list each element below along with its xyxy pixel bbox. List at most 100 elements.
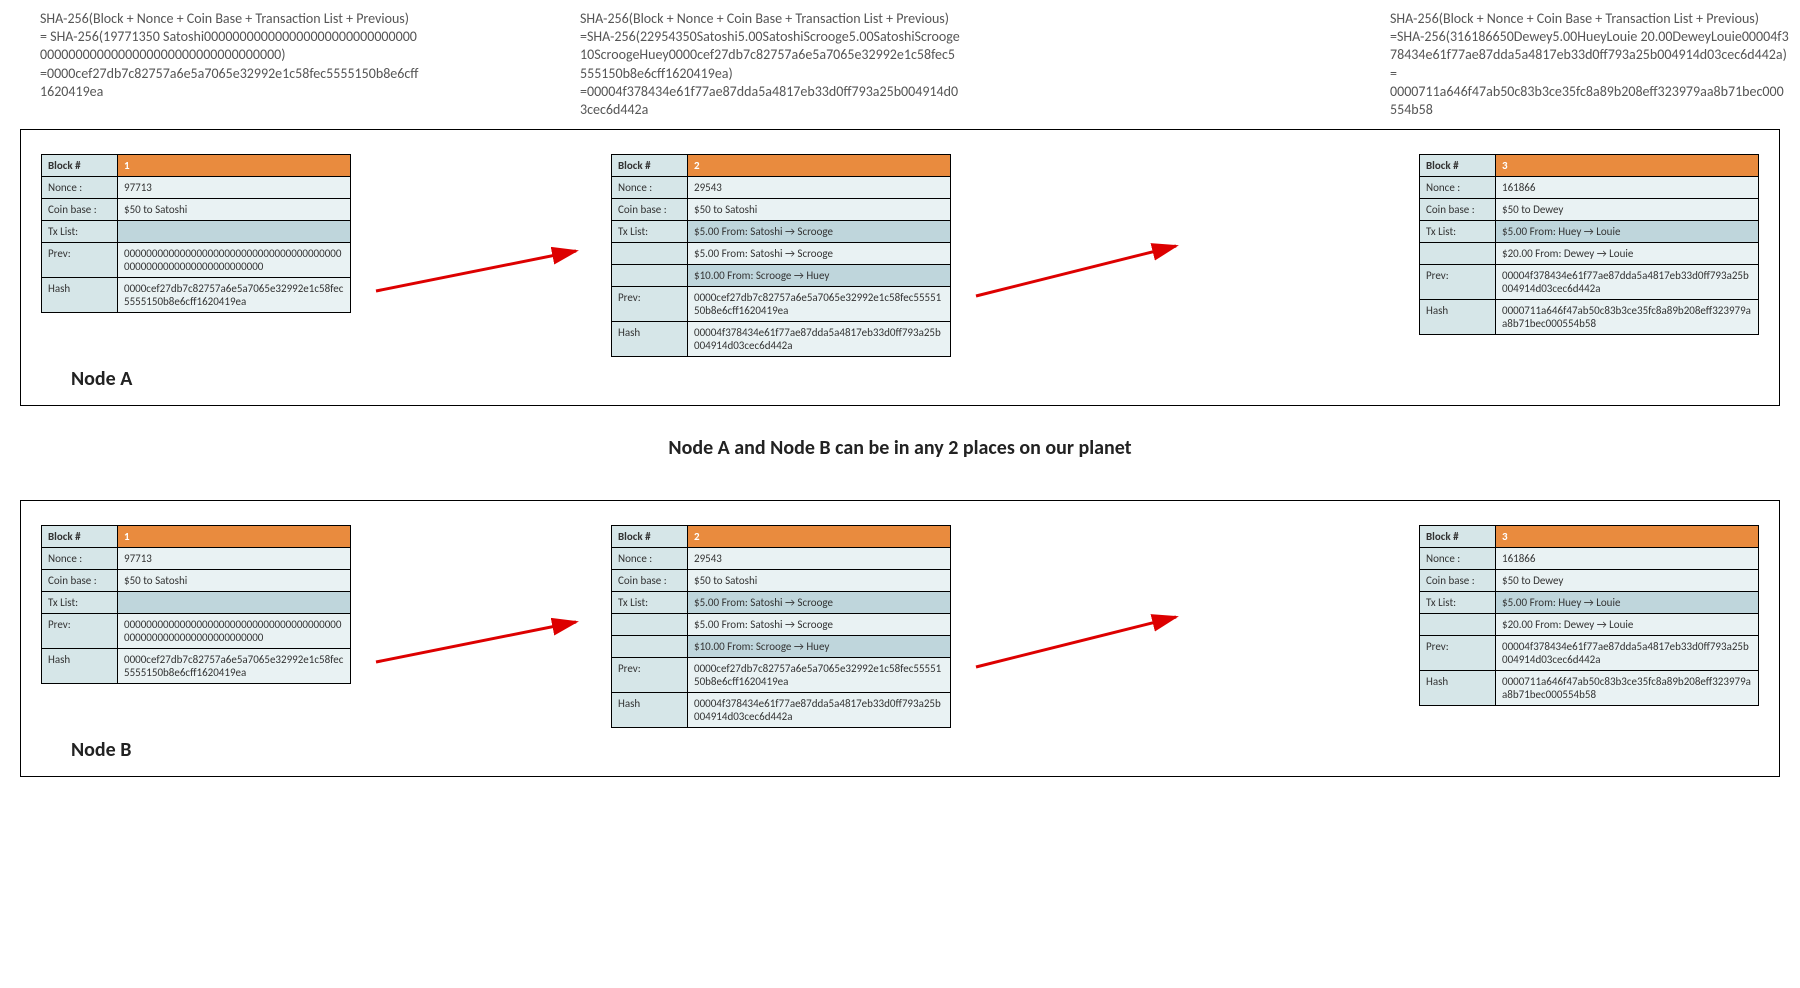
lbl-prev: Prev: [1420,265,1496,300]
th-blocknum: Block # [42,155,118,177]
lbl-prev: Prev: [42,614,118,649]
th-blocknum-val: 3 [1496,155,1759,177]
val-coinbase: $50 to Satoshi [118,570,351,592]
sha-desc-block-3: SHA-256(Block + Nonce + Coin Base + Tran… [1390,10,1790,119]
arrow-2-3 [971,154,1191,357]
th-blocknum: Block # [42,526,118,548]
arrow-icon [371,196,591,316]
val-hash: 0000711a646f47ab50c83b3ce35fc8a89b208eff… [1496,671,1759,706]
lbl-nonce: Nonce : [42,177,118,199]
val-tx1: $5.00 From: Satoshi → Scrooge [688,592,951,614]
lbl-txlist: Tx List: [1420,221,1496,243]
arrow-1-2 [371,154,591,357]
val-tx2: $20.00 From: Dewey → Louie [1496,614,1759,636]
th-blocknum: Block # [1420,155,1496,177]
node-b-container: Block #1 Nonce :97713 Coin base :$50 to … [20,500,1780,777]
lbl-hash: Hash [612,693,688,728]
lbl-coinbase: Coin base : [612,199,688,221]
lbl-nonce: Nonce : [612,548,688,570]
lbl-nonce: Nonce : [42,548,118,570]
th-blocknum-val: 1 [118,155,351,177]
val-hash: 00004f378434e61f77ae87dda5a4817eb33d0ff7… [688,322,951,357]
val-txlist [118,592,351,614]
lbl-prev: Prev: [612,658,688,693]
lbl-coinbase: Coin base : [1420,570,1496,592]
lbl-hash: Hash [612,322,688,357]
arrow-icon [971,567,1191,687]
sha-desc-block-2: SHA-256(Block + Nonce + Coin Base + Tran… [580,10,960,119]
lbl-coinbase: Coin base : [1420,199,1496,221]
sha-line: SHA-256(Block + Nonce + Coin Base + Tran… [1390,10,1790,28]
val-coinbase: $50 to Satoshi [118,199,351,221]
val-coinbase: $50 to Satoshi [688,570,951,592]
block-1-table: Block #1 Nonce :97713 Coin base :$50 to … [41,525,351,684]
val-tx2: $5.00 From: Satoshi → Scrooge [688,614,951,636]
block-3-table: Block #3 Nonce :161866 Coin base :$50 to… [1419,154,1759,335]
val-tx2: $20.00 From: Dewey → Louie [1496,243,1759,265]
th-blocknum: Block # [1420,526,1496,548]
lbl-txlist: Tx List: [1420,592,1496,614]
sha-line: =00004f378434e61f77ae87dda5a4817eb33d0ff… [580,83,960,119]
block-2-table: Block #2 Nonce :29543 Coin base :$50 to … [611,525,951,728]
val-prev: 00004f378434e61f77ae87dda5a4817eb33d0ff7… [1496,636,1759,671]
val-coinbase: $50 to Dewey [1496,199,1759,221]
block-1-table: Block #1 Nonce :97713 Coin base :$50 to … [41,154,351,313]
val-tx3: $10.00 From: Scrooge → Huey [688,636,951,658]
val-nonce: 161866 [1496,177,1759,199]
val-prev: 0000000000000000000000000000000000000000… [118,243,351,278]
lbl-nonce: Nonce : [612,177,688,199]
node-b-label: Node B [71,738,1759,762]
lbl-coinbase: Coin base : [612,570,688,592]
lbl-coinbase: Coin base : [42,199,118,221]
sha-line: =0000cef27db7c82757a6e5a7065e32992e1c58f… [40,65,420,101]
val-coinbase: $50 to Satoshi [688,199,951,221]
mid-caption: Node A and Node B can be in any 2 places… [10,436,1790,460]
sha-line: SHA-256(Block + Nonce + Coin Base + Tran… [40,10,420,28]
val-hash: 00004f378434e61f77ae87dda5a4817eb33d0ff7… [688,693,951,728]
val-tx1: $5.00 From: Huey → Louie [1496,221,1759,243]
val-tx2: $5.00 From: Satoshi → Scrooge [688,243,951,265]
th-blocknum-val: 2 [688,526,951,548]
lbl-hash: Hash [42,278,118,313]
lbl-prev: Prev: [42,243,118,278]
val-prev: 0000cef27db7c82757a6e5a7065e32992e1c58fe… [688,658,951,693]
lbl-hash: Hash [1420,671,1496,706]
arrow-icon [371,567,591,687]
lbl-nonce: Nonce : [1420,548,1496,570]
th-blocknum-val: 1 [118,526,351,548]
val-nonce: 29543 [688,548,951,570]
th-blocknum-val: 3 [1496,526,1759,548]
arrow-2-3 [971,525,1191,728]
th-blocknum: Block # [612,155,688,177]
lbl-txlist: Tx List: [612,592,688,614]
arrow-1-2 [371,525,591,728]
val-tx1: $5.00 From: Satoshi → Scrooge [688,221,951,243]
val-tx3: $10.00 From: Scrooge → Huey [688,265,951,287]
val-hash: 0000cef27db7c82757a6e5a7065e32992e1c58fe… [118,278,351,313]
node-a-label: Node A [71,367,1759,391]
sha-line: = SHA-256(19771350 Satoshi00000000000000… [40,28,420,64]
val-nonce: 29543 [688,177,951,199]
lbl-hash: Hash [1420,300,1496,335]
val-nonce: 161866 [1496,548,1759,570]
val-prev: 00004f378434e61f77ae87dda5a4817eb33d0ff7… [1496,265,1759,300]
val-prev: 0000000000000000000000000000000000000000… [118,614,351,649]
val-nonce: 97713 [118,177,351,199]
lbl-hash: Hash [42,649,118,684]
val-nonce: 97713 [118,548,351,570]
lbl-prev: Prev: [612,287,688,322]
sha-line: 0000711a646f47ab50c83b3ce35fc8a89b208eff… [1390,83,1790,119]
sha-line: SHA-256(Block + Nonce + Coin Base + Tran… [580,10,960,28]
lbl-prev: Prev: [1420,636,1496,671]
arrow-icon [971,196,1191,316]
lbl-coinbase: Coin base : [42,570,118,592]
lbl-txlist: Tx List: [42,221,118,243]
lbl-nonce: Nonce : [1420,177,1496,199]
val-txlist [118,221,351,243]
val-coinbase: $50 to Dewey [1496,570,1759,592]
sha-line: =SHA-256(22954350Satoshi5.00SatoshiScroo… [580,28,960,83]
lbl-txlist: Tx List: [612,221,688,243]
lbl-txlist: Tx List: [42,592,118,614]
block-3-table: Block #3 Nonce :161866 Coin base :$50 to… [1419,525,1759,706]
th-blocknum-val: 2 [688,155,951,177]
